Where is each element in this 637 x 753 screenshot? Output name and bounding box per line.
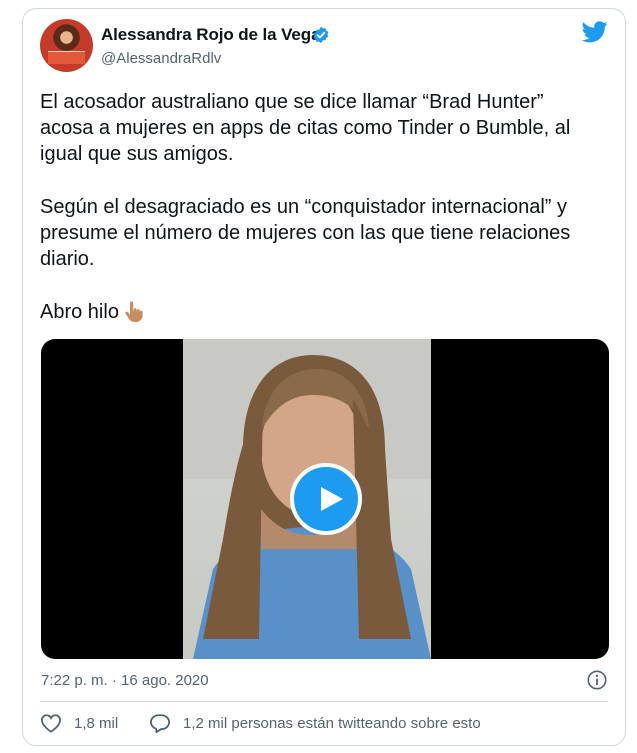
thread-label: Abro hilo [40, 301, 119, 323]
heart-icon [40, 714, 62, 733]
play-icon[interactable] [290, 463, 362, 535]
verified-badge-icon [313, 26, 329, 44]
info-icon[interactable] [586, 669, 608, 691]
conversation-button[interactable]: 1,2 mil personas están twitteando sobre … [149, 713, 481, 733]
tweet-paragraph-3: Abro hilo [40, 299, 610, 325]
author-handle[interactable]: @AlessandraRdlv [101, 50, 221, 67]
pointing-down-hand-icon [125, 301, 143, 322]
author-name[interactable]: Alessandra Rojo de la Vega [101, 25, 321, 45]
tweet-timestamp[interactable]: 7:22 p. m. · 16 ago. 2020 [41, 672, 209, 689]
like-button[interactable]: 1,8 mil [40, 713, 118, 733]
video-player[interactable] [41, 339, 609, 659]
tweet-paragraph-2: Según el desagraciado es un “conquistado… [40, 196, 571, 270]
tweet-card: Alessandra Rojo de la Vega @AlessandraRd… [22, 8, 626, 746]
conversation-text: 1,2 mil personas están twitteando sobre … [183, 714, 481, 732]
avatar-banner [48, 51, 85, 64]
tweet-paragraph-1: El acosador australiano que se dice llam… [40, 91, 571, 165]
twitter-bird-icon[interactable] [582, 21, 608, 43]
divider [40, 701, 608, 702]
tweet-text: El acosador australiano que se dice llam… [40, 89, 610, 325]
avatar[interactable] [40, 19, 93, 72]
speech-bubble-icon [150, 714, 170, 733]
like-count: 1,8 mil [74, 714, 119, 732]
